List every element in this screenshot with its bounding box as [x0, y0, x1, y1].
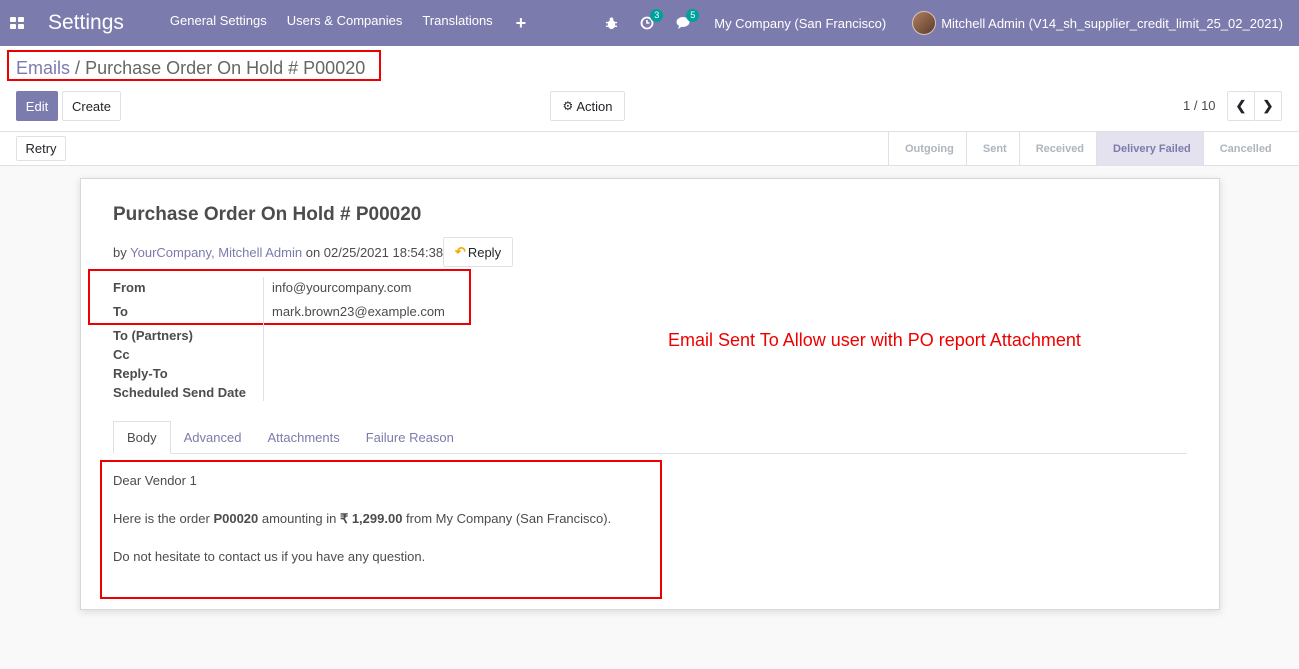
field-divider	[263, 277, 264, 401]
create-button[interactable]: Create	[62, 91, 121, 121]
activity-clock-icon[interactable]: 3	[640, 9, 664, 30]
tab-advanced[interactable]: Advanced	[171, 421, 255, 454]
reply-button[interactable]: ↶ Reply	[443, 237, 513, 267]
to-value[interactable]: mark.brown23@example.com	[272, 304, 445, 319]
body-order-line: Here is the order P00020 amounting in ₹ …	[113, 511, 611, 527]
action-button[interactable]: ⚙ Action	[550, 91, 625, 121]
status-stages: Outgoing Sent Received Delivery Failed C…	[888, 132, 1284, 165]
mail-form-sheet: Purchase Order On Hold # P00020 by YourC…	[80, 178, 1220, 610]
from-label: From	[113, 280, 146, 295]
company-switcher[interactable]: My Company (San Francisco)	[714, 16, 886, 31]
avatar[interactable]	[912, 11, 937, 35]
chevron-left-icon: ❮	[1235, 98, 1247, 113]
annotation-text: Email Sent To Allow user with PO report …	[668, 330, 1081, 350]
breadcrumb-separator: /	[75, 58, 81, 78]
mail-date: on 02/25/2021 18:54:38	[305, 245, 444, 260]
apps-menu-icon[interactable]	[10, 17, 24, 29]
edit-button[interactable]: Edit	[16, 91, 58, 121]
breadcrumb-current: Purchase Order On Hold # P00020	[85, 58, 366, 78]
menu-general-settings[interactable]: General Settings	[170, 13, 267, 34]
body-greeting: Dear Vendor 1	[113, 473, 197, 488]
reply-label: Reply	[467, 244, 502, 260]
body-line-suffix: from My Company (San Francisco).	[402, 511, 612, 526]
stage-delivery-failed[interactable]: Delivery Failed	[1096, 132, 1203, 165]
systray: 3 5 My Company (San Francisco) Mitchell …	[605, 0, 1299, 46]
menu-users-companies[interactable]: Users & Companies	[287, 13, 403, 34]
messages-badge: 5	[686, 9, 700, 22]
action-label: Action	[576, 98, 613, 114]
plus-icon[interactable]: +	[516, 13, 527, 34]
gear-icon: ⚙	[562, 99, 574, 113]
pager-previous-button[interactable]: ❮	[1227, 91, 1255, 121]
mail-byline: by YourCompany, Mitchell Admin on 02/25/…	[113, 245, 443, 260]
stage-outgoing[interactable]: Outgoing	[888, 132, 966, 165]
menu-translations[interactable]: Translations	[422, 13, 492, 34]
top-navbar: Settings General Settings Users & Compan…	[0, 0, 1299, 46]
to-partners-label: To (Partners)	[113, 328, 193, 343]
bug-icon[interactable]	[605, 16, 618, 30]
control-panel: Emails / Purchase Order On Hold # P00020…	[0, 46, 1299, 132]
main-menu: General Settings Users & Companies Trans…	[170, 13, 526, 34]
tab-failure-reason[interactable]: Failure Reason	[353, 421, 467, 454]
user-menu[interactable]: Mitchell Admin (V14_sh_supplier_credit_l…	[941, 16, 1283, 31]
from-value[interactable]: info@yourcompany.com	[272, 280, 411, 295]
stage-cancelled[interactable]: Cancelled	[1202, 132, 1284, 165]
body-closing-line: Do not hesitate to contact us if you hav…	[113, 549, 426, 564]
cc-label: Cc	[113, 347, 130, 362]
messages-icon[interactable]: 5	[676, 9, 700, 30]
stage-sent[interactable]: Sent	[965, 132, 1019, 165]
body-line-prefix: Here is the order	[113, 511, 214, 526]
by-prefix: by	[113, 245, 127, 260]
body-line-mid: amounting in	[258, 511, 340, 526]
body-order-ref: P00020	[213, 511, 259, 526]
mail-author-link[interactable]: YourCompany, Mitchell Admin	[130, 245, 302, 260]
stage-received[interactable]: Received	[1018, 132, 1096, 165]
chevron-right-icon: ❯	[1262, 98, 1274, 113]
breadcrumb: Emails / Purchase Order On Hold # P00020	[16, 58, 365, 79]
reply-to-label: Reply-To	[113, 366, 168, 381]
retry-button[interactable]: Retry	[16, 136, 66, 161]
body-amount: ₹ 1,299.00	[339, 511, 403, 526]
breadcrumb-emails-link[interactable]: Emails	[16, 58, 70, 78]
notebook-tabs: Body Advanced Attachments Failure Reason	[113, 421, 1187, 454]
statusbar-row: Retry Outgoing Sent Received Delivery Fa…	[0, 132, 1299, 166]
scheduled-send-date-label: Scheduled Send Date	[113, 385, 246, 400]
mail-subject: Purchase Order On Hold # P00020	[113, 204, 422, 225]
activity-badge: 3	[650, 9, 664, 22]
tab-attachments[interactable]: Attachments	[254, 421, 352, 454]
app-title[interactable]: Settings	[48, 11, 124, 35]
tab-body[interactable]: Body	[113, 421, 171, 454]
reply-icon: ↶	[454, 244, 466, 259]
pager-value[interactable]: 1 / 10	[1183, 98, 1216, 113]
to-label: To	[113, 304, 128, 319]
pager-next-button[interactable]: ❯	[1254, 91, 1282, 121]
